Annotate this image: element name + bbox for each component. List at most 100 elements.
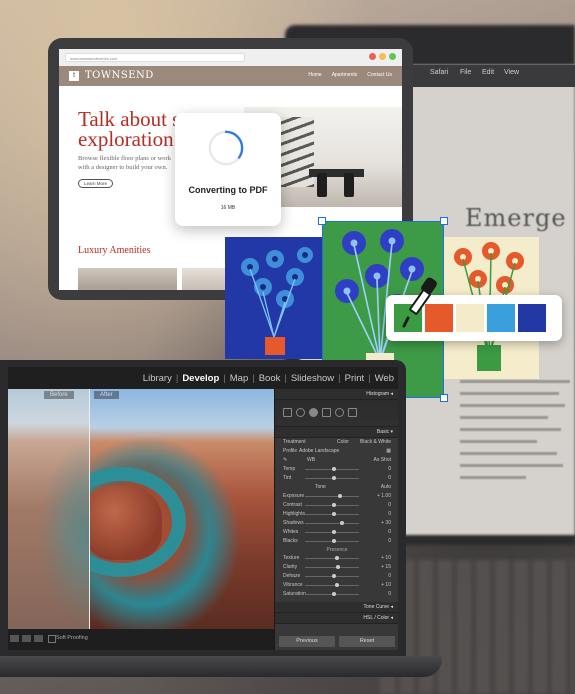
dehaze-value[interactable]: 0 bbox=[388, 573, 391, 579]
progress-spinner-icon bbox=[208, 130, 244, 166]
panel-buttons: Previous Reset bbox=[279, 636, 395, 647]
learn-more-button[interactable]: Learn More bbox=[78, 179, 114, 188]
soft-proofing-checkbox[interactable] bbox=[48, 635, 56, 643]
crop-tool-icon[interactable] bbox=[283, 408, 292, 417]
module-book[interactable]: Book bbox=[259, 373, 281, 384]
profile-label: Profile bbox=[283, 448, 298, 454]
bg-menu-item: View bbox=[504, 69, 520, 76]
clarity-value[interactable]: + 15 bbox=[381, 564, 391, 570]
vibrance-value[interactable]: + 10 bbox=[381, 582, 391, 588]
previous-button[interactable]: Previous bbox=[279, 636, 335, 647]
treatment-bw-option[interactable]: Black & White bbox=[360, 439, 391, 445]
module-print[interactable]: Print bbox=[345, 373, 365, 384]
nav-apartments[interactable]: Apartments bbox=[332, 72, 358, 78]
bg-menu-item: File bbox=[460, 69, 472, 76]
before-after-icon[interactable] bbox=[34, 635, 43, 642]
amenity-thumbnail[interactable] bbox=[78, 268, 177, 290]
wb-select[interactable]: As Shot bbox=[373, 457, 391, 463]
module-web[interactable]: Web bbox=[375, 373, 394, 384]
clarity-slider[interactable] bbox=[305, 565, 359, 569]
hsl-header[interactable]: HSL / Color ◂ bbox=[275, 613, 398, 624]
wb-eyedropper-icon[interactable]: ✎ bbox=[283, 457, 287, 463]
texture-label: Texture bbox=[283, 555, 300, 561]
vibrance-slider[interactable] bbox=[305, 583, 359, 587]
clarity-label: Clarity bbox=[283, 564, 298, 570]
profile-browser-icon[interactable]: ▦ bbox=[386, 448, 391, 454]
contrast-slider[interactable] bbox=[305, 503, 359, 507]
tone-curve-header[interactable]: Tone Curve ◂ bbox=[275, 602, 398, 613]
highlights-value[interactable]: 0 bbox=[388, 511, 391, 517]
exposure-value[interactable]: + 1.00 bbox=[377, 493, 391, 499]
treatment-color-option[interactable]: Color bbox=[337, 439, 349, 445]
shadows-slider[interactable] bbox=[305, 521, 359, 525]
blacks-label: Blacks bbox=[283, 538, 298, 544]
laptop-base bbox=[0, 656, 442, 677]
exposure-slider[interactable] bbox=[305, 494, 359, 498]
reset-button[interactable]: Reset bbox=[339, 636, 395, 647]
histogram-title: Histogram bbox=[366, 391, 390, 397]
texture-slider[interactable] bbox=[305, 556, 359, 560]
contrast-value[interactable]: 0 bbox=[388, 502, 391, 508]
highlights-slider[interactable] bbox=[305, 512, 359, 516]
module-library[interactable]: Library bbox=[143, 373, 172, 384]
spot-removal-icon[interactable] bbox=[296, 408, 305, 417]
color-swatch-royal-blue[interactable] bbox=[518, 304, 546, 332]
color-swatch-cream[interactable] bbox=[456, 304, 484, 332]
before-view bbox=[8, 389, 89, 629]
color-swatch-sky-blue[interactable] bbox=[487, 304, 515, 332]
module-develop[interactable]: Develop bbox=[182, 373, 219, 384]
resize-handle-top-right[interactable] bbox=[440, 217, 448, 225]
zoom-dot[interactable] bbox=[389, 53, 396, 60]
dehaze-row: Dehaze 0 bbox=[275, 572, 398, 581]
close-dot[interactable] bbox=[369, 53, 376, 60]
compare-view-icon[interactable] bbox=[22, 635, 31, 642]
dehaze-label: Dehaze bbox=[283, 573, 301, 579]
browser-toolbar: www.townsendhomes.com bbox=[59, 49, 402, 66]
highlights-label: Highlights bbox=[283, 511, 305, 517]
eyedropper-icon[interactable] bbox=[400, 276, 440, 330]
whites-slider[interactable] bbox=[305, 530, 359, 534]
profile-select[interactable]: Adobe Landscape bbox=[299, 448, 339, 454]
basic-title: Basic bbox=[376, 429, 390, 435]
shadows-value[interactable]: + 30 bbox=[381, 520, 391, 526]
dehaze-slider[interactable] bbox=[305, 574, 359, 578]
module-slideshow[interactable]: Slideshow bbox=[291, 373, 334, 384]
photo-canvas[interactable]: Before After bbox=[8, 389, 274, 629]
whites-value[interactable]: 0 bbox=[388, 529, 391, 535]
before-after-divider[interactable] bbox=[89, 389, 90, 629]
chair-image-detail bbox=[317, 173, 327, 197]
artwork-blue-panel[interactable] bbox=[225, 237, 323, 359]
resize-handle-bottom-right[interactable] bbox=[440, 394, 448, 402]
loupe-view-icon[interactable] bbox=[10, 635, 19, 642]
background-headline: Emerge bbox=[465, 204, 567, 232]
nav-home[interactable]: Home bbox=[308, 72, 321, 78]
blacks-value[interactable]: 0 bbox=[388, 538, 391, 544]
blacks-slider[interactable] bbox=[305, 539, 359, 543]
graduated-filter-icon[interactable] bbox=[322, 408, 331, 417]
address-bar[interactable]: www.townsendhomes.com bbox=[65, 53, 245, 62]
saturation-slider[interactable] bbox=[305, 592, 359, 596]
nav-contact[interactable]: Contact Us bbox=[367, 72, 392, 78]
vibrance-label: Vibrance bbox=[283, 582, 303, 588]
minimize-dot[interactable] bbox=[379, 53, 386, 60]
temp-slider[interactable] bbox=[305, 467, 359, 471]
site-name[interactable]: TOWNSEND bbox=[85, 70, 154, 81]
blue-flowers-illustration bbox=[241, 247, 313, 355]
module-map[interactable]: Map bbox=[230, 373, 248, 384]
resize-handle-top-left[interactable] bbox=[318, 217, 326, 225]
site-logo-icon[interactable]: t bbox=[69, 71, 79, 81]
histogram-header[interactable]: Histogram ◂ bbox=[275, 389, 398, 400]
texture-value[interactable]: + 10 bbox=[381, 555, 391, 561]
converting-size: 16 MB bbox=[220, 205, 236, 211]
radial-filter-icon[interactable] bbox=[335, 408, 344, 417]
site-nav-links: Home Apartments Contact Us bbox=[308, 72, 392, 78]
tint-slider[interactable] bbox=[305, 476, 359, 480]
red-eye-icon[interactable] bbox=[309, 408, 318, 417]
basic-header[interactable]: Basic ▾ bbox=[275, 427, 398, 438]
after-label: After bbox=[94, 391, 119, 399]
saturation-value[interactable]: 0 bbox=[388, 591, 391, 597]
brush-icon[interactable] bbox=[348, 408, 357, 417]
saturation-label: Saturation bbox=[283, 591, 306, 597]
develop-panel: Histogram ◂ Basic ▾ Treatment Color Black … bbox=[274, 389, 398, 650]
auto-tone-button[interactable]: Auto bbox=[381, 484, 391, 490]
